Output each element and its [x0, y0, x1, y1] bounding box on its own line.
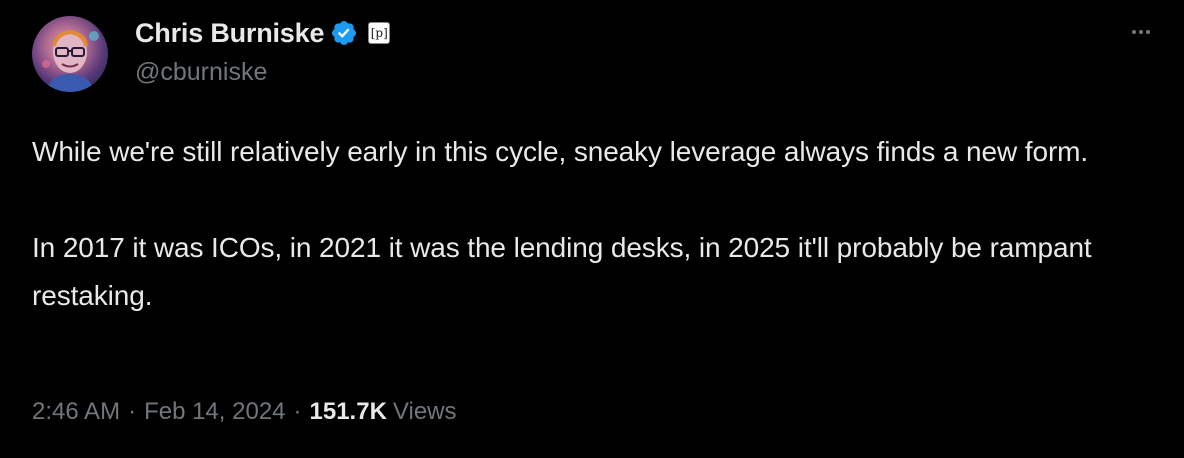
tweet-text: While we're still relatively early in th…	[32, 128, 1167, 320]
tweet-paragraph: In 2017 it was ICOs, in 2021 it was the …	[32, 232, 1092, 311]
avatar[interactable]	[32, 16, 108, 92]
views-count[interactable]: 151.7K	[310, 398, 387, 426]
display-name[interactable]: Chris Burniske	[135, 18, 324, 49]
tweet-meta: 2:46 AM · Feb 14, 2024 · 151.7K Views	[32, 398, 457, 426]
tweet-paragraph: While we're still relatively early in th…	[32, 136, 1089, 167]
more-dot-icon	[1132, 30, 1136, 34]
author-handle[interactable]: @cburniske	[135, 58, 267, 87]
separator: ·	[128, 398, 137, 425]
author-name-row: Chris Burniske [p]	[135, 15, 391, 51]
separator: ·	[293, 398, 302, 425]
tweet-time[interactable]: 2:46 AM	[32, 398, 120, 426]
more-dot-icon	[1146, 30, 1150, 34]
more-dot-icon	[1139, 30, 1143, 34]
more-options-button[interactable]	[1124, 20, 1158, 44]
tweet-date[interactable]: Feb 14, 2024	[144, 398, 285, 426]
tweet-card: Chris Burniske [p] @cburniske While we'r…	[0, 0, 1184, 458]
avatar-portrait-icon	[42, 29, 99, 92]
verified-badge-icon[interactable]	[330, 19, 358, 47]
affiliate-badge-icon[interactable]: [p]	[368, 22, 391, 44]
views-label: Views	[392, 398, 457, 425]
